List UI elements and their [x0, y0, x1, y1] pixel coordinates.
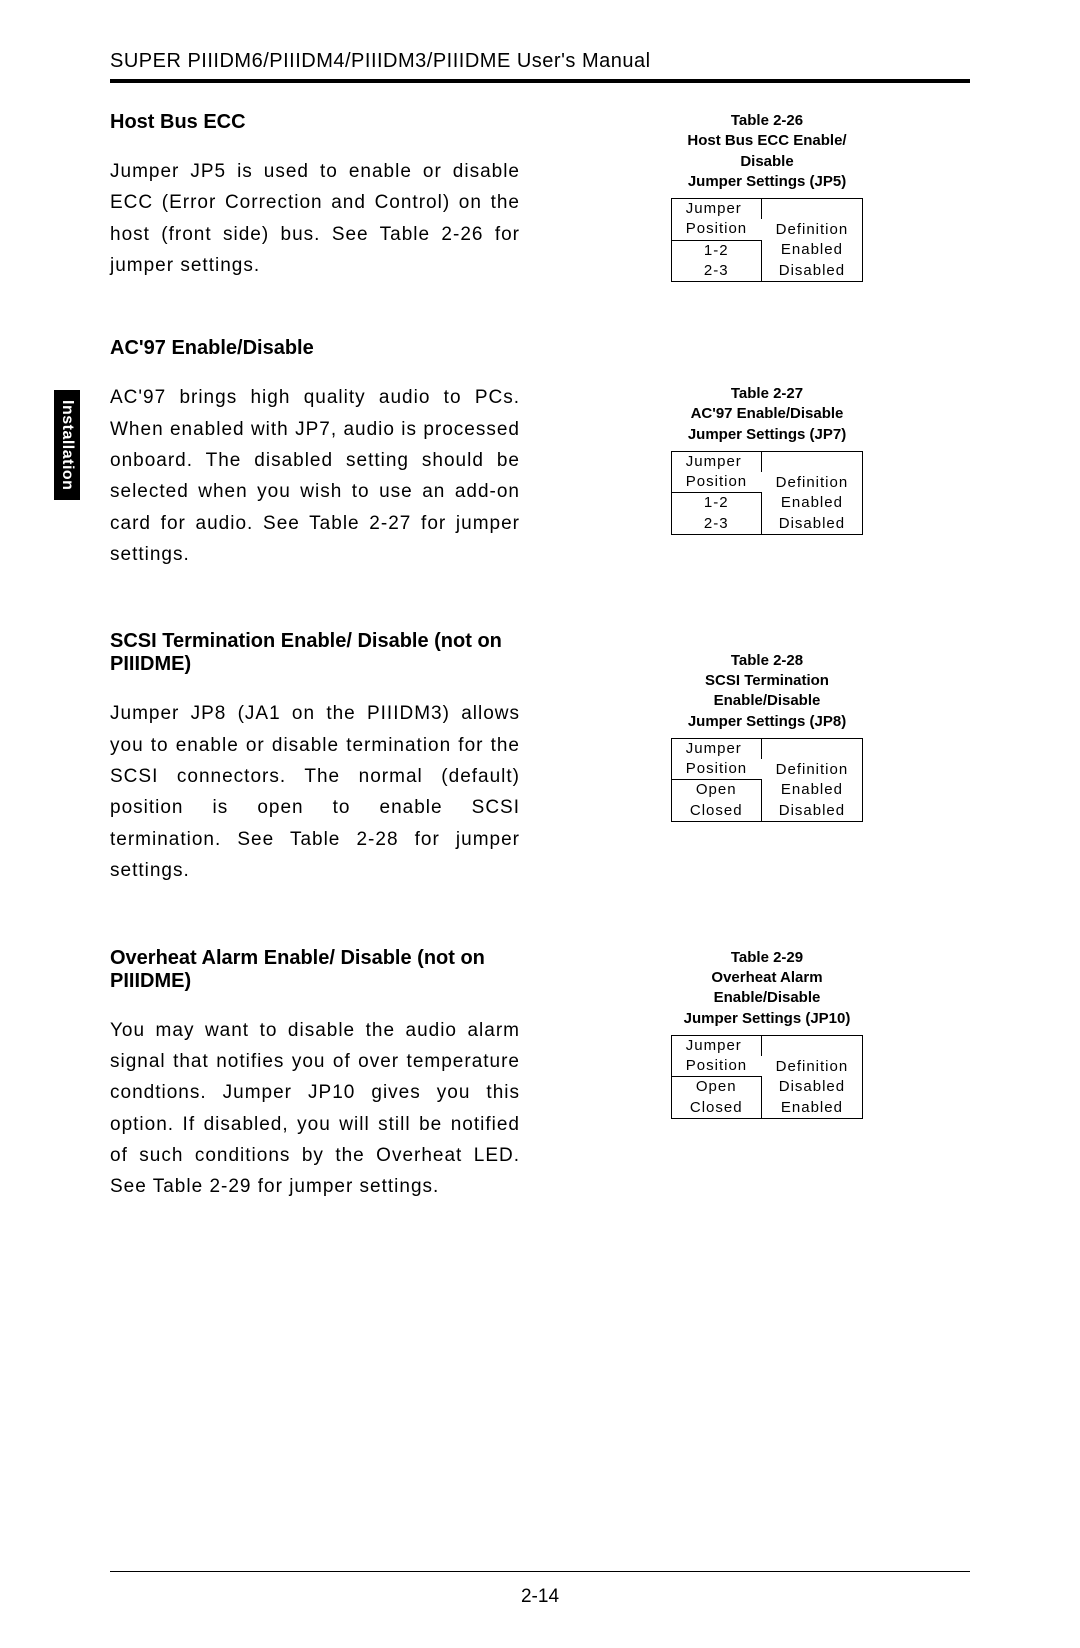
page: SUPER PIIIDM6/PIIIDM4/PIIIDM3/PIIIDME Us… [0, 0, 1080, 1648]
table-caption: Table 2-28 SCSI Termination Enable/Disab… [564, 651, 970, 732]
caption-line: Host Bus ECC Enable/ [687, 132, 846, 149]
td: Disabled [761, 261, 863, 282]
section-scsi-termination: SCSI Termination Enable/ Disable (not on… [110, 630, 520, 886]
td: 2-3 [671, 514, 761, 535]
caption-line: Enable/Disable [714, 989, 821, 1006]
td: Enabled [761, 493, 863, 514]
th: Jumper [671, 738, 761, 759]
caption-line: Table 2-28 [731, 652, 803, 669]
caption-line: Jumper Settings (JP8) [688, 713, 846, 730]
caption-line: Table 2-26 [731, 112, 803, 129]
footer-rule [110, 1571, 970, 1572]
td: Open [671, 1077, 761, 1098]
footer: 2-14 [110, 1563, 970, 1608]
caption-line: Table 2-29 [731, 949, 803, 966]
jumper-table: JumperDefinition Position 1-2Enabled 2-3… [671, 198, 863, 282]
page-number: 2-14 [110, 1586, 970, 1608]
th: Definition [761, 199, 863, 241]
section-body: You may want to disable the audio alarm … [110, 1015, 520, 1203]
td: Enabled [761, 780, 863, 801]
th: Position [671, 472, 761, 493]
td: Closed [671, 1098, 761, 1119]
section-body: AC'97 brings high quality audio to PCs. … [110, 382, 520, 570]
caption-line: Jumper Settings (JP7) [688, 426, 846, 443]
td: Disabled [761, 1077, 863, 1098]
page-header: SUPER PIIIDM6/PIIIDM4/PIIIDM3/PIIIDME Us… [110, 50, 970, 83]
th: Jumper [671, 1035, 761, 1056]
th: Jumper [671, 199, 761, 220]
table-caption: Table 2-26 Host Bus ECC Enable/ Disable … [564, 111, 970, 192]
caption-line: Table 2-27 [731, 385, 803, 402]
section-host-bus-ecc: Host Bus ECC Jumper JP5 is used to enabl… [110, 111, 520, 281]
th: Position [671, 219, 761, 240]
caption-line: Jumper Settings (JP5) [688, 173, 846, 190]
section-title: AC'97 Enable/Disable [110, 337, 520, 360]
td: 1-2 [671, 493, 761, 514]
right-column: Table 2-26 Host Bus ECC Enable/ Disable … [554, 111, 970, 1223]
jumper-table: JumperDefinition Position OpenDisabled C… [671, 1035, 863, 1119]
jumper-table: JumperDefinition Position OpenEnabled Cl… [671, 738, 863, 822]
table-2-29: Table 2-29 Overheat Alarm Enable/Disable… [564, 948, 970, 1119]
td: Disabled [761, 514, 863, 535]
td: Closed [671, 801, 761, 822]
th: Definition [761, 1035, 863, 1077]
td: Enabled [761, 1098, 863, 1119]
td: Enabled [761, 240, 863, 261]
th: Position [671, 759, 761, 780]
caption-line: SCSI Termination [705, 672, 829, 689]
caption-line: Enable/Disable [714, 692, 821, 709]
th: Definition [761, 451, 863, 493]
th: Position [671, 1056, 761, 1077]
section-body: Jumper JP8 (JA1 on the PIIIDM3) allows y… [110, 698, 520, 886]
th: Jumper [671, 451, 761, 472]
td: Disabled [761, 801, 863, 822]
table-caption: Table 2-27 AC'97 Enable/Disable Jumper S… [564, 384, 970, 445]
side-tab-installation: Installation [54, 390, 80, 500]
td: 2-3 [671, 261, 761, 282]
section-title: Overheat Alarm Enable/ Disable (not on P… [110, 947, 520, 993]
table-2-27: Table 2-27 AC'97 Enable/Disable Jumper S… [564, 384, 970, 535]
caption-line: Disable [740, 153, 793, 170]
section-overheat-alarm: Overheat Alarm Enable/ Disable (not on P… [110, 947, 520, 1203]
section-title: SCSI Termination Enable/ Disable (not on… [110, 630, 520, 676]
section-ac97: AC'97 Enable/Disable AC'97 brings high q… [110, 337, 520, 570]
th: Definition [761, 738, 863, 780]
jumper-table: JumperDefinition Position 1-2Enabled 2-3… [671, 451, 863, 535]
table-2-28: Table 2-28 SCSI Termination Enable/Disab… [564, 651, 970, 822]
caption-line: AC'97 Enable/Disable [691, 405, 844, 422]
content-area: Host Bus ECC Jumper JP5 is used to enabl… [110, 111, 970, 1223]
caption-line: Jumper Settings (JP10) [684, 1010, 851, 1027]
section-title: Host Bus ECC [110, 111, 520, 134]
caption-line: Overheat Alarm [711, 969, 822, 986]
left-column: Host Bus ECC Jumper JP5 is used to enabl… [110, 111, 520, 1223]
table-caption: Table 2-29 Overheat Alarm Enable/Disable… [564, 948, 970, 1029]
section-body: Jumper JP5 is used to enable or disable … [110, 156, 520, 281]
table-2-26: Table 2-26 Host Bus ECC Enable/ Disable … [564, 111, 970, 282]
td: Open [671, 780, 761, 801]
td: 1-2 [671, 240, 761, 261]
